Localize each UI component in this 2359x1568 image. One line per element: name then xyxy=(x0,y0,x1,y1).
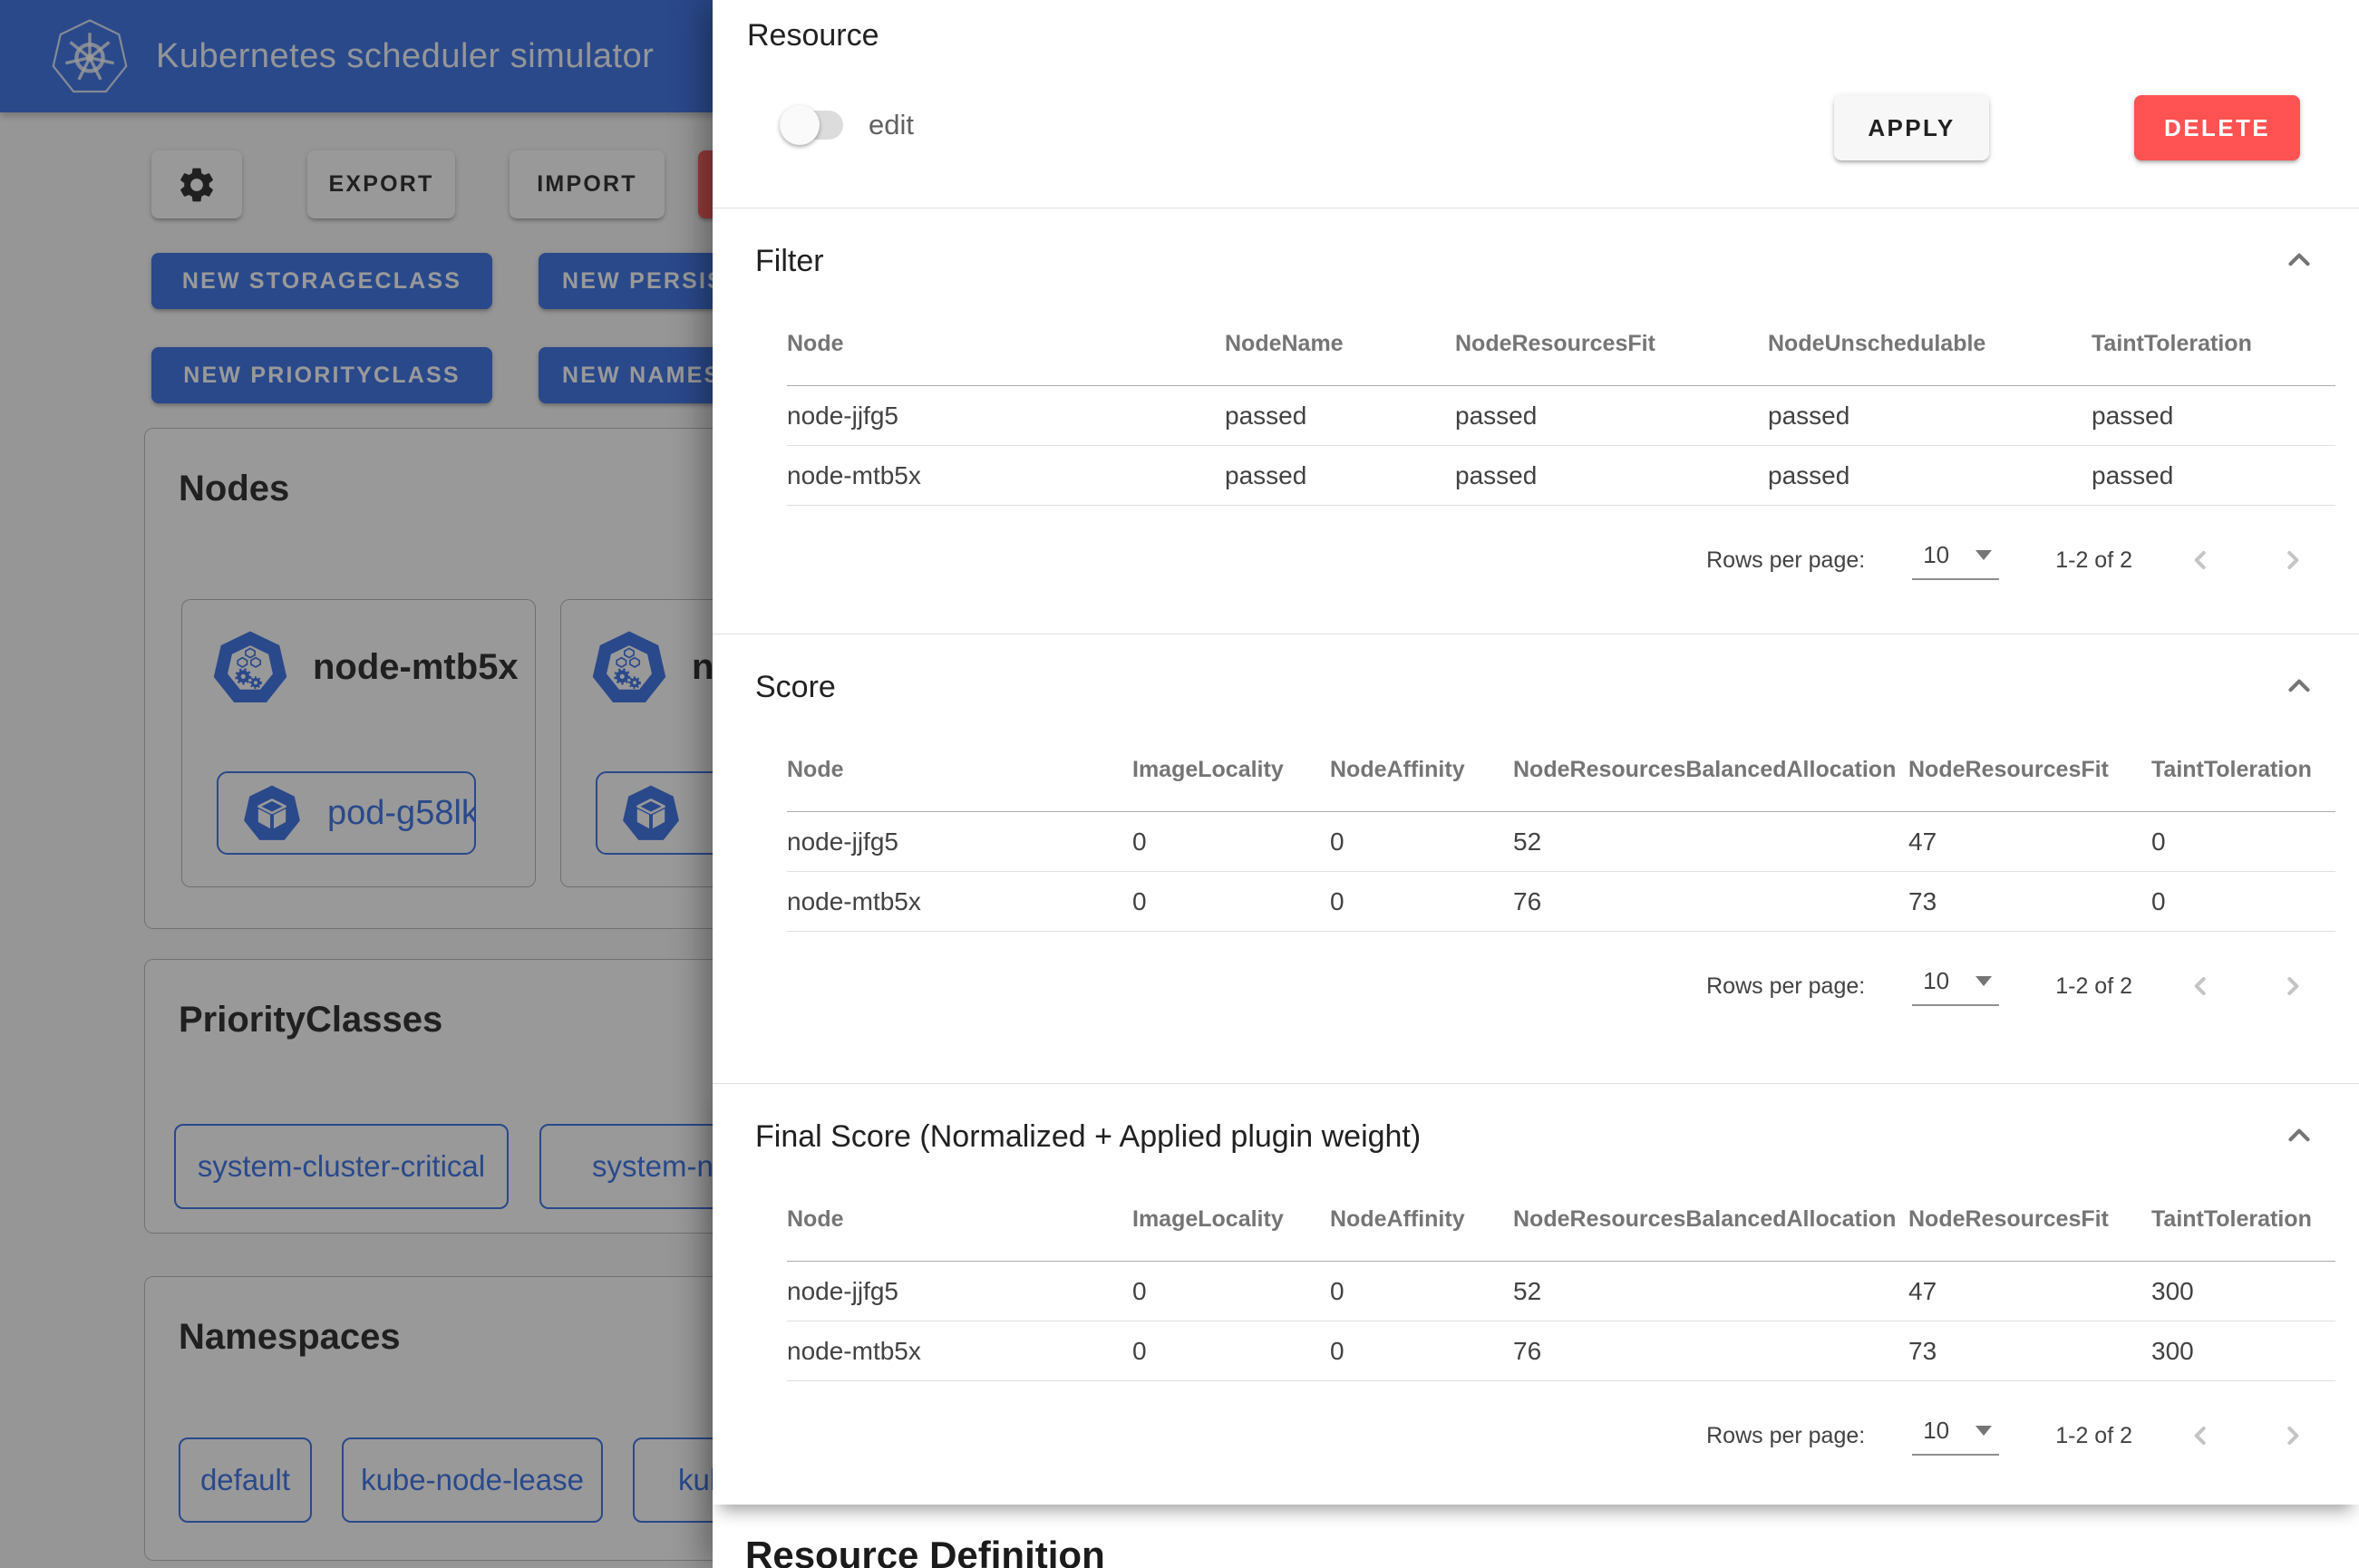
filter-table-header: Node NodeName NodeResourcesFit NodeUnsch… xyxy=(787,303,2335,386)
next-page-button[interactable] xyxy=(2270,1414,2314,1457)
chevron-left-icon xyxy=(2187,546,2216,575)
next-page-button[interactable] xyxy=(2270,538,2314,582)
filter-table-footer: Rows per page: 10 1-2 of 2 xyxy=(713,518,2359,602)
table-row[interactable]: node-mtb5x passed passed passed passed xyxy=(787,446,2335,506)
final-score-table: Node ImageLocality NodeAffinity NodeReso… xyxy=(787,1178,2335,1381)
score-panel: Score Node ImageLocality NodeAffinity No… xyxy=(713,634,2359,1084)
table-row[interactable]: node-jjfg5 0 0 52 47 0 xyxy=(787,812,2335,872)
rows-per-page-label: Rows per page: xyxy=(1706,547,1865,574)
dropdown-arrow-icon xyxy=(1976,550,1992,560)
chevron-right-icon xyxy=(2277,546,2306,575)
rows-per-page-select[interactable]: 10 xyxy=(1912,967,1999,1006)
page-range-label: 1-2 of 2 xyxy=(2055,1423,2132,1449)
resource-definition-panel[interactable]: Resource Definition xyxy=(713,1521,2359,1568)
rows-per-page-label: Rows per page: xyxy=(1706,973,1865,1000)
chevron-right-icon xyxy=(2277,1421,2306,1450)
rows-per-page-select[interactable]: 10 xyxy=(1912,1417,1999,1456)
edit-toggle[interactable] xyxy=(780,105,849,145)
resource-drawer: Resource edit APPLY DELETE Filter Node N… xyxy=(713,0,2359,1568)
edit-toggle-label: edit xyxy=(869,109,914,141)
score-panel-header[interactable]: Score xyxy=(713,634,2359,707)
table-row[interactable]: node-mtb5x 0 0 76 73 0 xyxy=(787,872,2335,932)
table-row[interactable]: node-jjfg5 0 0 52 47 300 xyxy=(787,1262,2335,1321)
delete-button[interactable]: DELETE xyxy=(2134,95,2300,160)
final-score-table-header: Node ImageLocality NodeAffinity NodeReso… xyxy=(787,1178,2335,1262)
drawer-title: Resource xyxy=(747,18,879,53)
toggle-thumb xyxy=(780,105,820,145)
chevron-up-icon xyxy=(2282,670,2316,704)
final-score-table-footer: Rows per page: 10 1-2 of 2 xyxy=(713,1394,2359,1477)
score-table-header: Node ImageLocality NodeAffinity NodeReso… xyxy=(787,729,2335,812)
score-table: Node ImageLocality NodeAffinity NodeReso… xyxy=(787,729,2335,932)
final-score-title: Final Score (Normalized + Applied plugin… xyxy=(755,1119,1421,1155)
previous-page-button[interactable] xyxy=(2179,964,2223,1008)
apply-button[interactable]: APPLY xyxy=(1834,95,1989,160)
table-row[interactable]: node-jjfg5 passed passed passed passed xyxy=(787,386,2335,446)
next-page-button[interactable] xyxy=(2270,964,2314,1008)
collapse-button[interactable] xyxy=(2279,667,2319,707)
chevron-up-icon xyxy=(2282,1119,2316,1154)
previous-page-button[interactable] xyxy=(2179,1414,2223,1457)
filter-panel: Filter Node NodeName NodeResourcesFit No… xyxy=(713,208,2359,634)
rows-per-page-label: Rows per page: xyxy=(1706,1423,1865,1449)
previous-page-button[interactable] xyxy=(2179,538,2223,582)
collapse-button[interactable] xyxy=(2279,241,2319,281)
page-range-label: 1-2 of 2 xyxy=(2055,973,2132,1000)
collapse-button[interactable] xyxy=(2279,1117,2319,1157)
chevron-right-icon xyxy=(2277,972,2306,1001)
drawer-header: Resource edit APPLY DELETE xyxy=(713,0,2359,208)
chevron-left-icon xyxy=(2187,1421,2216,1450)
dropdown-arrow-icon xyxy=(1976,976,1992,986)
filter-title: Filter xyxy=(755,244,824,279)
score-title: Score xyxy=(755,670,836,705)
filter-table: Node NodeName NodeResourcesFit NodeUnsch… xyxy=(787,303,2335,506)
filter-panel-header[interactable]: Filter xyxy=(713,208,2359,281)
chevron-up-icon xyxy=(2282,244,2316,278)
page-range-label: 1-2 of 2 xyxy=(2055,547,2132,574)
rows-per-page-select[interactable]: 10 xyxy=(1912,541,1999,580)
final-score-panel: Final Score (Normalized + Applied plugin… xyxy=(713,1084,2359,1505)
table-row[interactable]: node-mtb5x 0 0 76 73 300 xyxy=(787,1321,2335,1381)
resource-definition-title: Resource Definition xyxy=(713,1521,2359,1568)
scrim[interactable] xyxy=(0,0,713,1568)
final-score-panel-header[interactable]: Final Score (Normalized + Applied plugin… xyxy=(713,1084,2359,1157)
score-table-footer: Rows per page: 10 1-2 of 2 xyxy=(713,944,2359,1028)
chevron-left-icon xyxy=(2187,972,2216,1001)
dropdown-arrow-icon xyxy=(1976,1426,1992,1436)
app-root: Kubernetes scheduler simulator EXPORT IM… xyxy=(0,0,2359,1568)
